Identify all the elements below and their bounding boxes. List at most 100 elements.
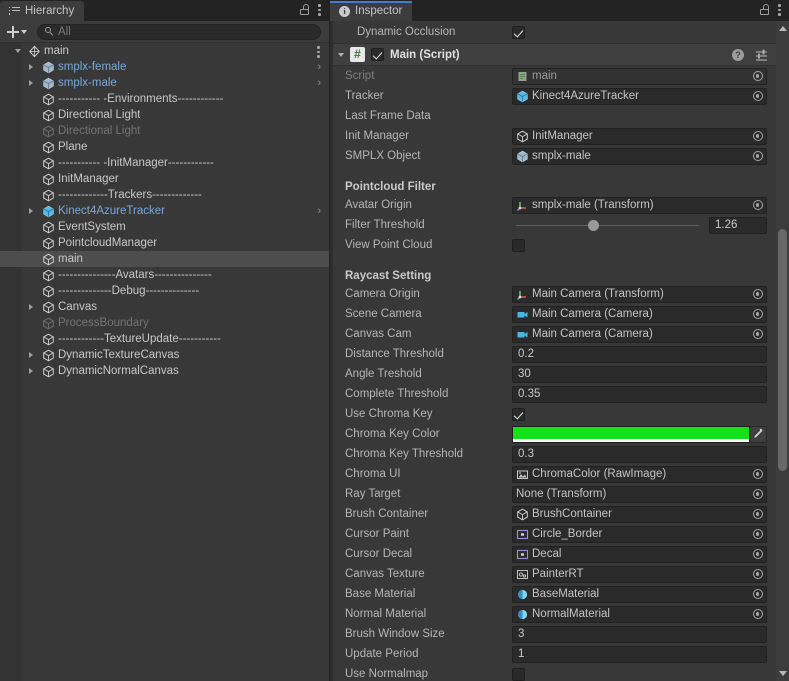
hierarchy-row-dynamictexturecanvas[interactable]: DynamicTextureCanvas xyxy=(0,347,329,363)
create-object-button[interactable] xyxy=(5,25,29,38)
object-field-smplx-object[interactable]: smplx-male xyxy=(512,147,767,165)
object-picker-icon[interactable] xyxy=(751,130,764,143)
help-icon[interactable]: ? xyxy=(732,48,744,61)
open-prefab-chevron-icon[interactable]: › xyxy=(317,77,321,89)
slider-track[interactable] xyxy=(512,217,701,234)
object-field-ray-target[interactable]: None (Transform) xyxy=(512,485,767,503)
object-picker-icon[interactable] xyxy=(751,508,764,521)
scroll-down-arrow-icon[interactable] xyxy=(779,671,787,676)
hierarchy-row-trackers[interactable]: -------------Trackers------------- xyxy=(0,187,329,203)
slider-value-input[interactable]: 1.26 xyxy=(709,216,767,234)
text-field-angle-treshold[interactable]: 30 xyxy=(512,365,767,383)
main-script-component-header[interactable]: # Main (Script) ? xyxy=(330,43,789,66)
open-prefab-chevron-icon[interactable]: › xyxy=(317,61,321,73)
hierarchy-row-initmanager[interactable]: ----------- -InitManager------------ xyxy=(0,155,329,171)
object-picker-icon[interactable] xyxy=(751,568,764,581)
chevron-down-icon[interactable] xyxy=(338,52,344,57)
component-enabled-checkbox[interactable] xyxy=(371,48,384,61)
open-prefab-chevron-icon[interactable]: › xyxy=(317,205,321,217)
object-picker-icon[interactable] xyxy=(751,150,764,163)
hierarchy-row-debug[interactable]: --------------Debug-------------- xyxy=(0,283,329,299)
object-field-tracker[interactable]: Kinect4AzureTracker xyxy=(512,87,767,105)
object-picker-icon[interactable] xyxy=(751,468,764,481)
hierarchy-row-directional-light[interactable]: Directional Light xyxy=(0,123,329,139)
object-picker-icon[interactable] xyxy=(751,328,764,341)
object-picker-icon[interactable] xyxy=(751,528,764,541)
object-field-canvas-cam[interactable]: Main Camera (Camera) xyxy=(512,325,767,343)
hierarchy-row-textureupdate[interactable]: ------------TextureUpdate----------- xyxy=(0,331,329,347)
text-field-brush-window-size[interactable]: 3 xyxy=(512,625,767,643)
text-field-distance-threshold[interactable]: 0.2 xyxy=(512,345,767,363)
text-field-chroma-key-threshold[interactable]: 0.3 xyxy=(512,445,767,463)
object-field-avatar-origin[interactable]: smplx-male (Transform) xyxy=(512,196,767,214)
object-field-canvas-texture[interactable]: PainterRT xyxy=(512,565,767,583)
hierarchy-row-main[interactable]: main xyxy=(0,251,329,267)
eyedropper-icon[interactable] xyxy=(750,425,767,443)
tab-inspector[interactable]: i Inspector xyxy=(330,1,413,21)
lock-icon[interactable] xyxy=(300,4,309,15)
expand-arrow-closed-icon[interactable] xyxy=(29,207,33,214)
object-picker-icon[interactable] xyxy=(751,588,764,601)
object-field-camera-origin[interactable]: Main Camera (Transform) xyxy=(512,285,767,303)
tab-hierarchy[interactable]: Hierarchy xyxy=(0,1,85,21)
expand-arrow-closed-icon[interactable] xyxy=(29,79,33,86)
object-picker-icon[interactable] xyxy=(751,199,764,212)
hierarchy-row-canvas[interactable]: Canvas xyxy=(0,299,329,315)
inspector-scrollbar[interactable] xyxy=(776,21,789,681)
slider-filter-threshold[interactable]: 1.26 xyxy=(512,216,767,234)
text-field-update-period[interactable]: 1 xyxy=(512,645,767,663)
hierarchy-row-plane[interactable]: Plane xyxy=(0,139,329,155)
object-field-chroma-ui[interactable]: ChromaColor (RawImage) xyxy=(512,465,767,483)
hierarchy-row-processboundary[interactable]: ProcessBoundary xyxy=(0,315,329,331)
object-picker-icon[interactable] xyxy=(751,70,764,83)
hierarchy-row-eventsystem[interactable]: EventSystem xyxy=(0,219,329,235)
object-picker-icon[interactable] xyxy=(751,288,764,301)
object-picker-icon[interactable] xyxy=(751,548,764,561)
hierarchy-row-initmanager[interactable]: InitManager xyxy=(0,171,329,187)
hierarchy-row-environments[interactable]: ----------- -Environments------------ xyxy=(0,91,329,107)
slider-handle[interactable] xyxy=(588,220,600,231)
checkbox-use-chroma-key[interactable] xyxy=(512,407,525,421)
hierarchy-row-avatars[interactable]: ---------------Avatars--------------- xyxy=(0,267,329,283)
scroll-up-arrow-icon[interactable] xyxy=(779,26,787,31)
expand-arrow-closed-icon[interactable] xyxy=(29,303,33,310)
expand-arrow-closed-icon[interactable] xyxy=(29,367,33,374)
checkbox-view-point-cloud[interactable] xyxy=(512,238,525,252)
preset-icon[interactable] xyxy=(755,49,768,61)
checkbox-use-normalmap[interactable] xyxy=(512,667,525,681)
hierarchy-row-pointcloudmanager[interactable]: PointcloudManager xyxy=(0,235,329,251)
color-field-chroma-key-color[interactable] xyxy=(512,425,767,443)
hierarchy-row-smplx-female[interactable]: smplx-female › xyxy=(0,59,329,75)
object-picker-icon[interactable] xyxy=(751,488,764,501)
hierarchy-row-dynamicnormalcanvas[interactable]: DynamicNormalCanvas xyxy=(0,363,329,379)
search-input[interactable]: All xyxy=(37,23,321,40)
expand-arrow-closed-icon[interactable] xyxy=(29,63,33,70)
scrollbar-thumb[interactable] xyxy=(778,229,787,471)
hierarchy-row-kinect4azuretracker[interactable]: Kinect4AzureTracker › xyxy=(0,203,329,219)
object-picker-icon[interactable] xyxy=(751,308,764,321)
object-field-brush-container[interactable]: BrushContainer xyxy=(512,505,767,523)
lock-icon[interactable] xyxy=(760,4,769,15)
object-field-init-manager[interactable]: InitManager xyxy=(512,127,767,145)
object-picker-icon[interactable] xyxy=(751,608,764,621)
hierarchy-tree[interactable]: main smplx-female › smplx-male › ----------- … xyxy=(0,43,329,681)
color-swatch[interactable] xyxy=(512,425,750,443)
hierarchy-row-main[interactable]: main xyxy=(0,43,329,59)
expand-arrow-open-icon[interactable] xyxy=(15,49,21,53)
kebab-menu-icon[interactable] xyxy=(778,3,781,16)
hierarchy-row-directional-light[interactable]: Directional Light xyxy=(0,107,329,123)
text-field-complete-threshold[interactable]: 0.35 xyxy=(512,385,767,403)
camera-icon xyxy=(516,308,529,321)
object-field-cursor-paint[interactable]: Circle_Border xyxy=(512,525,767,543)
object-field-scene-camera[interactable]: Main Camera (Camera) xyxy=(512,305,767,323)
kebab-menu-icon[interactable] xyxy=(318,3,321,16)
kebab-menu-icon[interactable] xyxy=(317,45,320,58)
dynamic-occlusion-checkbox[interactable] xyxy=(512,25,525,39)
object-field-normal-material[interactable]: NormalMaterial xyxy=(512,605,767,623)
object-field-script[interactable]: main xyxy=(512,67,767,85)
object-field-base-material[interactable]: BaseMaterial xyxy=(512,585,767,603)
expand-arrow-closed-icon[interactable] xyxy=(29,351,33,358)
hierarchy-row-smplx-male[interactable]: smplx-male › xyxy=(0,75,329,91)
object-picker-icon[interactable] xyxy=(751,90,764,103)
object-field-cursor-decal[interactable]: Decal xyxy=(512,545,767,563)
